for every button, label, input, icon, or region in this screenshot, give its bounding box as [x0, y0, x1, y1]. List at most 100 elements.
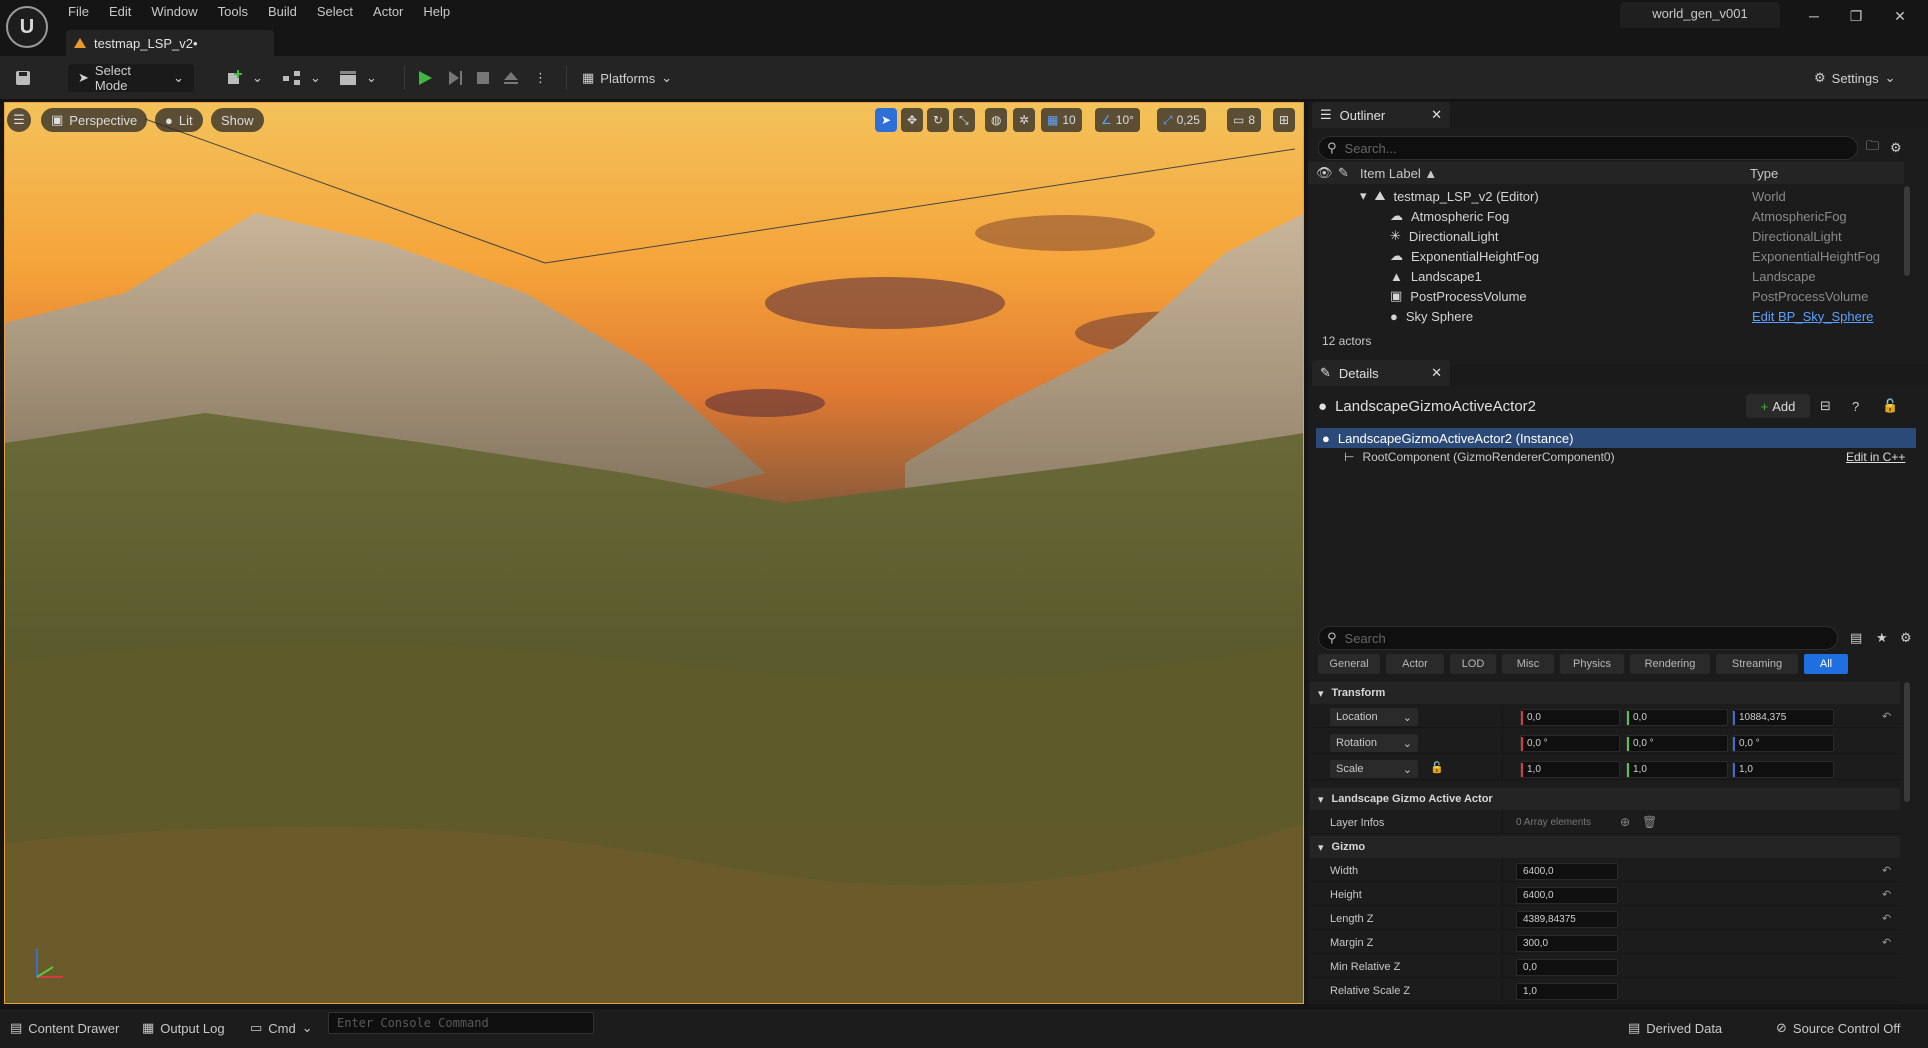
- stop-button[interactable]: [474, 64, 492, 92]
- details-scrollbar[interactable]: [1904, 682, 1910, 802]
- rotation-y-input[interactable]: 0,0 °: [1626, 735, 1728, 752]
- grid-snap-button[interactable]: ▦ 10: [1041, 108, 1082, 132]
- content-drawer-button[interactable]: ▤ Content Drawer: [10, 1017, 119, 1039]
- level-viewport[interactable]: ☰ ▣ Perspective ● Lit Show ➤ ✥ ↻ ⤡ ◍ ✲ ▦…: [4, 102, 1304, 1004]
- menu-help[interactable]: Help: [413, 2, 460, 21]
- rotation-z-input[interactable]: 0,0 °: [1732, 735, 1834, 752]
- menu-select[interactable]: Select: [307, 2, 363, 21]
- type-header[interactable]: Type: [1750, 162, 1778, 184]
- minimize-icon[interactable]: ─: [1794, 4, 1834, 28]
- outliner-search-input[interactable]: ⚲ Search...: [1318, 136, 1858, 160]
- category-all[interactable]: All: [1804, 654, 1848, 674]
- margin-z-input[interactable]: 300,0: [1516, 935, 1618, 952]
- step-button[interactable]: [446, 64, 464, 92]
- camera-speed-button[interactable]: ▭ 8: [1227, 108, 1262, 132]
- output-log-button[interactable]: ▦ Output Log: [142, 1017, 225, 1039]
- reset-icon[interactable]: ↶: [1882, 912, 1891, 925]
- lock-icon[interactable]: 🔓: [1430, 761, 1444, 774]
- category-misc[interactable]: Misc: [1502, 654, 1554, 674]
- restore-icon[interactable]: ❐: [1836, 4, 1876, 28]
- list-item[interactable]: ✳ DirectionalLight DirectionalLight: [1308, 226, 1904, 246]
- category-physics[interactable]: Physics: [1560, 654, 1624, 674]
- width-input[interactable]: 6400,0: [1516, 863, 1618, 880]
- reset-icon[interactable]: ↶: [1882, 710, 1891, 723]
- menu-edit[interactable]: Edit: [99, 2, 141, 21]
- platforms-dropdown[interactable]: ▦ Platforms ⌄: [582, 64, 672, 92]
- edit-blueprint-link[interactable]: Edit BP_Sky_Sphere: [1752, 309, 1873, 324]
- rotate-tool-icon[interactable]: ↻: [927, 108, 950, 132]
- table-view-icon[interactable]: ▤: [1850, 626, 1862, 650]
- level-tab[interactable]: testmap_LSP_v2•: [66, 30, 274, 56]
- eye-icon[interactable]: 👁: [1316, 162, 1333, 184]
- relative-scale-z-input[interactable]: 1,0: [1516, 983, 1618, 1000]
- gizmo-section[interactable]: ▾ Gizmo: [1310, 836, 1900, 858]
- menu-window[interactable]: Window: [141, 2, 207, 21]
- category-actor[interactable]: Actor: [1386, 654, 1444, 674]
- blueprint-icon[interactable]: ⊟: [1820, 394, 1831, 418]
- cmd-dropdown[interactable]: ▭ Cmd ⌄: [250, 1017, 313, 1039]
- menu-build[interactable]: Build: [258, 2, 307, 21]
- layout-icon[interactable]: ⊞: [1273, 108, 1296, 132]
- details-tab[interactable]: ✎ Details ✕: [1312, 360, 1450, 386]
- source-control-button[interactable]: ⊘ Source Control Off: [1776, 1017, 1900, 1039]
- gear-icon[interactable]: ⚙: [1900, 626, 1912, 650]
- scale-x-input[interactable]: 1,0: [1520, 761, 1620, 778]
- console-input[interactable]: Enter Console Command: [328, 1012, 594, 1034]
- derived-data-button[interactable]: ▤ Derived Data: [1628, 1017, 1722, 1039]
- add-content-button[interactable]: ⌄: [226, 64, 263, 92]
- menu-tools[interactable]: Tools: [208, 2, 258, 21]
- translate-tool-icon[interactable]: ✥: [901, 108, 924, 132]
- cinematics-button[interactable]: ⌄: [338, 64, 377, 92]
- length-z-input[interactable]: 4389,84375: [1516, 911, 1618, 928]
- root-component-row[interactable]: ⊢ RootComponent (GizmoRendererComponent0…: [1344, 450, 1615, 464]
- outliner-scrollbar[interactable]: [1904, 186, 1910, 276]
- rotation-snap-button[interactable]: ∠ 10°: [1095, 108, 1140, 132]
- trash-icon[interactable]: 🗑: [1642, 815, 1657, 829]
- rotation-dropdown[interactable]: Rotation ⌄: [1330, 734, 1418, 752]
- height-input[interactable]: 6400,0: [1516, 887, 1618, 904]
- select-tool-icon[interactable]: ➤: [875, 108, 898, 132]
- help-icon[interactable]: ?: [1852, 394, 1859, 418]
- gizmo-actor-section[interactable]: ▾ Landscape Gizmo Active Actor: [1310, 788, 1900, 810]
- close-icon[interactable]: ✕: [1431, 365, 1442, 381]
- perspective-button[interactable]: ▣ Perspective: [41, 108, 148, 132]
- surface-snap-icon[interactable]: ✲: [1013, 108, 1036, 132]
- unreal-logo-icon[interactable]: U: [6, 6, 48, 48]
- viewport-menu-icon[interactable]: ☰: [7, 108, 31, 132]
- blueprint-button[interactable]: ⌄: [282, 64, 321, 92]
- play-button[interactable]: [416, 64, 434, 92]
- list-item[interactable]: ▾ ⛰ testmap_LSP_v2 (Editor) World: [1308, 186, 1904, 206]
- view-mode-button[interactable]: ● Lit: [155, 108, 203, 132]
- lock-icon[interactable]: 🔓: [1882, 394, 1898, 418]
- scale-z-input[interactable]: 1,0: [1732, 761, 1834, 778]
- star-icon[interactable]: ★: [1876, 626, 1888, 650]
- location-z-input[interactable]: 10884,375: [1732, 709, 1834, 726]
- category-rendering[interactable]: Rendering: [1630, 654, 1710, 674]
- reset-icon[interactable]: ↶: [1882, 888, 1891, 901]
- scale-tool-icon[interactable]: ⤡: [953, 108, 975, 132]
- add-element-icon[interactable]: ⊕: [1620, 815, 1630, 829]
- settings-dropdown[interactable]: ⚙ Settings ⌄: [1814, 64, 1896, 92]
- show-button[interactable]: Show: [211, 108, 264, 132]
- scale-y-input[interactable]: 1,0: [1626, 761, 1728, 778]
- outliner-tab[interactable]: ☰ Outliner ✕: [1312, 102, 1450, 128]
- scale-snap-button[interactable]: ⤢ 0,25: [1157, 108, 1206, 132]
- eject-button[interactable]: [502, 64, 520, 92]
- scale-dropdown[interactable]: Scale ⌄: [1330, 760, 1418, 778]
- transform-section[interactable]: ▾ Transform: [1310, 682, 1900, 704]
- menu-actor[interactable]: Actor: [363, 2, 413, 21]
- rotation-x-input[interactable]: 0,0 °: [1520, 735, 1620, 752]
- list-item[interactable]: ▲ Landscape1 Landscape: [1308, 266, 1904, 286]
- location-dropdown[interactable]: Location ⌄: [1330, 708, 1418, 726]
- add-folder-icon[interactable]: 🗀: [1866, 136, 1879, 160]
- gear-icon[interactable]: ⚙: [1890, 136, 1902, 160]
- category-lod[interactable]: LOD: [1450, 654, 1496, 674]
- item-label-header[interactable]: Item Label ▲: [1360, 162, 1437, 184]
- world-local-icon[interactable]: ◍: [985, 108, 1008, 132]
- list-item[interactable]: ☁ Atmospheric Fog AtmosphericFog: [1308, 206, 1904, 226]
- edit-cpp-link[interactable]: Edit in C++: [1846, 450, 1905, 464]
- close-window-icon[interactable]: ✕: [1880, 4, 1920, 28]
- details-search-input[interactable]: ⚲ Search: [1318, 626, 1838, 650]
- expand-arrow-icon[interactable]: ▾: [1360, 188, 1367, 204]
- menu-file[interactable]: File: [58, 2, 99, 21]
